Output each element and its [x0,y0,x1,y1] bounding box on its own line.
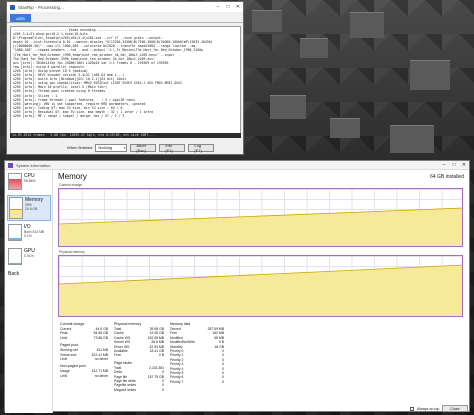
minimize-icon[interactable]: – [439,161,449,170]
io-thumbnail [8,224,22,241]
memory-lists-heading: Memory lists [170,322,191,326]
commit-graph-label: Commit charge [59,183,82,187]
staxrip-app-icon [10,4,15,10]
log-button[interactable]: Log (F7) [188,143,215,153]
always-on-top-checkbox[interactable] [410,406,414,411]
sysinfo-window-title: System Information [16,162,51,168]
cpu-thumbnail [8,173,22,190]
close-button[interactable]: Close [442,405,468,412]
nonpaged-pool-heading: Non-paged pool [60,364,86,369]
physical-memory-heading: Physical memory [114,322,142,326]
stat-value: 0 B [158,353,164,358]
stat-value: 73.86 GB [93,335,108,340]
sidebar-cpu-usage: 96.88% [24,179,36,183]
info-button[interactable]: Info (F1) [159,143,186,153]
when-finished-select[interactable]: Nothing ▾ [95,143,128,152]
stat-label: Priority 7 [170,379,184,384]
physical-memory-graph [58,255,463,317]
close-icon[interactable]: ✕ [233,2,243,12]
staxrip-controls: When finished Nothing ▾ Abort (Esc) Info… [67,143,215,153]
page-faults-heading: Page faults [114,360,132,365]
chevron-down-icon: ▾ [123,145,126,150]
staxrip-tab-bar: x265 [7,12,243,23]
sysinfo-footer: Always on top Close [410,405,468,412]
encoder-log[interactable]: ---------------------------- Video encod… [10,26,241,138]
sysinfo-sidebar: CPU 96.88% Memory 39% 20.6 GB I/O Bsch 5… [5,170,53,413]
desktop-block [270,95,306,119]
commit-charge-graph [58,188,463,247]
sidebar-memory-used: 20.6 GB [25,207,38,212]
stat-value: 0 [222,379,224,384]
memory-statistics: Commit charge Current 44.5 GB Peak 54.58 G… [58,322,463,406]
log-line: x265 [info]: ME / range / subpel / merge… [13,113,125,118]
when-finished-label: When finished [67,145,93,150]
memory-thumbnail [9,197,23,219]
staxrip-window-title: StaxRip - Processing... [18,4,64,10]
always-on-top-label: Always on top [417,406,440,411]
page-title: Memory [58,172,87,181]
maximize-icon[interactable]: □ [449,161,459,170]
sidebar-item-memory[interactable]: Memory 39% 20.6 GB [7,195,51,221]
commit-charge-heading: Commit charge [60,322,85,326]
when-finished-value: Nothing [98,145,113,150]
physical-graph-label: Physical memory [59,250,85,254]
physical-memory-plot [59,264,462,316]
desktop-block [300,38,328,58]
commit-charge-stats: Commit charge Current 44.5 GB Peak 54.58 G… [60,322,108,378]
sysinfo-app-icon [8,162,13,168]
sidebar-item-io[interactable]: I/O Bsch 512 MB 0.1% [7,223,51,245]
memory-installed: 64 GB installed [430,174,464,180]
stat-value: no driver [94,356,108,361]
desktop-block [350,12,384,38]
gpu-thumbnail [8,248,22,265]
staxrip-titlebar: StaxRip - Processing... – □ ✕ [7,2,243,12]
close-icon[interactable]: ✕ [459,161,469,170]
paged-pool-heading: Paged pool [60,343,79,348]
stat-value: 0 [162,387,164,392]
maximize-icon[interactable]: □ [223,2,233,12]
desktop-block [330,118,360,138]
staxrip-window: StaxRip - Processing... – □ ✕ x265 -----… [6,1,244,155]
desktop-block [410,60,450,90]
tab-x265[interactable]: x265 [10,14,31,22]
stat-value: no driver [94,373,108,378]
memory-list-row: Priority 7 0 [170,380,224,384]
stat-label: Limit [60,373,68,378]
sidebar-back-button[interactable]: Back [7,270,51,280]
stat-label: Limit [60,335,68,340]
stat-label: Free [114,353,121,358]
sidebar-item-cpu[interactable]: CPU 96.88% [7,172,51,193]
sidebar-gpu-usage: 0.01% [24,254,34,258]
desktop-block [252,10,282,32]
sidebar-back-label: Back [8,271,20,277]
stat-label: Limit [60,356,68,361]
encode-progress-status: 14.9% 2914 frames 2.68 fps, 12095.47 kb/… [10,133,241,138]
sidebar-io-percent: 0.1% [24,234,32,239]
minimize-icon[interactable]: – [213,2,223,12]
system-information-window: System Information – □ ✕ CPU 96.88% Memo… [4,160,470,413]
stat-label: Mapped writes [114,387,137,392]
physical-memory-stats: Physical memory Total 39.98 GB Cache 19.28… [114,322,164,392]
commit-charge-plot [59,207,462,246]
sysinfo-titlebar: System Information – □ ✕ [5,161,469,170]
sidebar-item-gpu[interactable]: GPU 0.01% [7,247,51,268]
abort-button[interactable]: Abort (Esc) [130,143,157,153]
memory-panel: Memory 64 GB installed Commit charge Phy… [55,170,470,413]
memory-lists-stats: Memory lists Zeroed 287.59 MB Free 162 MB Mo… [170,322,224,384]
desktop-block [390,125,434,153]
